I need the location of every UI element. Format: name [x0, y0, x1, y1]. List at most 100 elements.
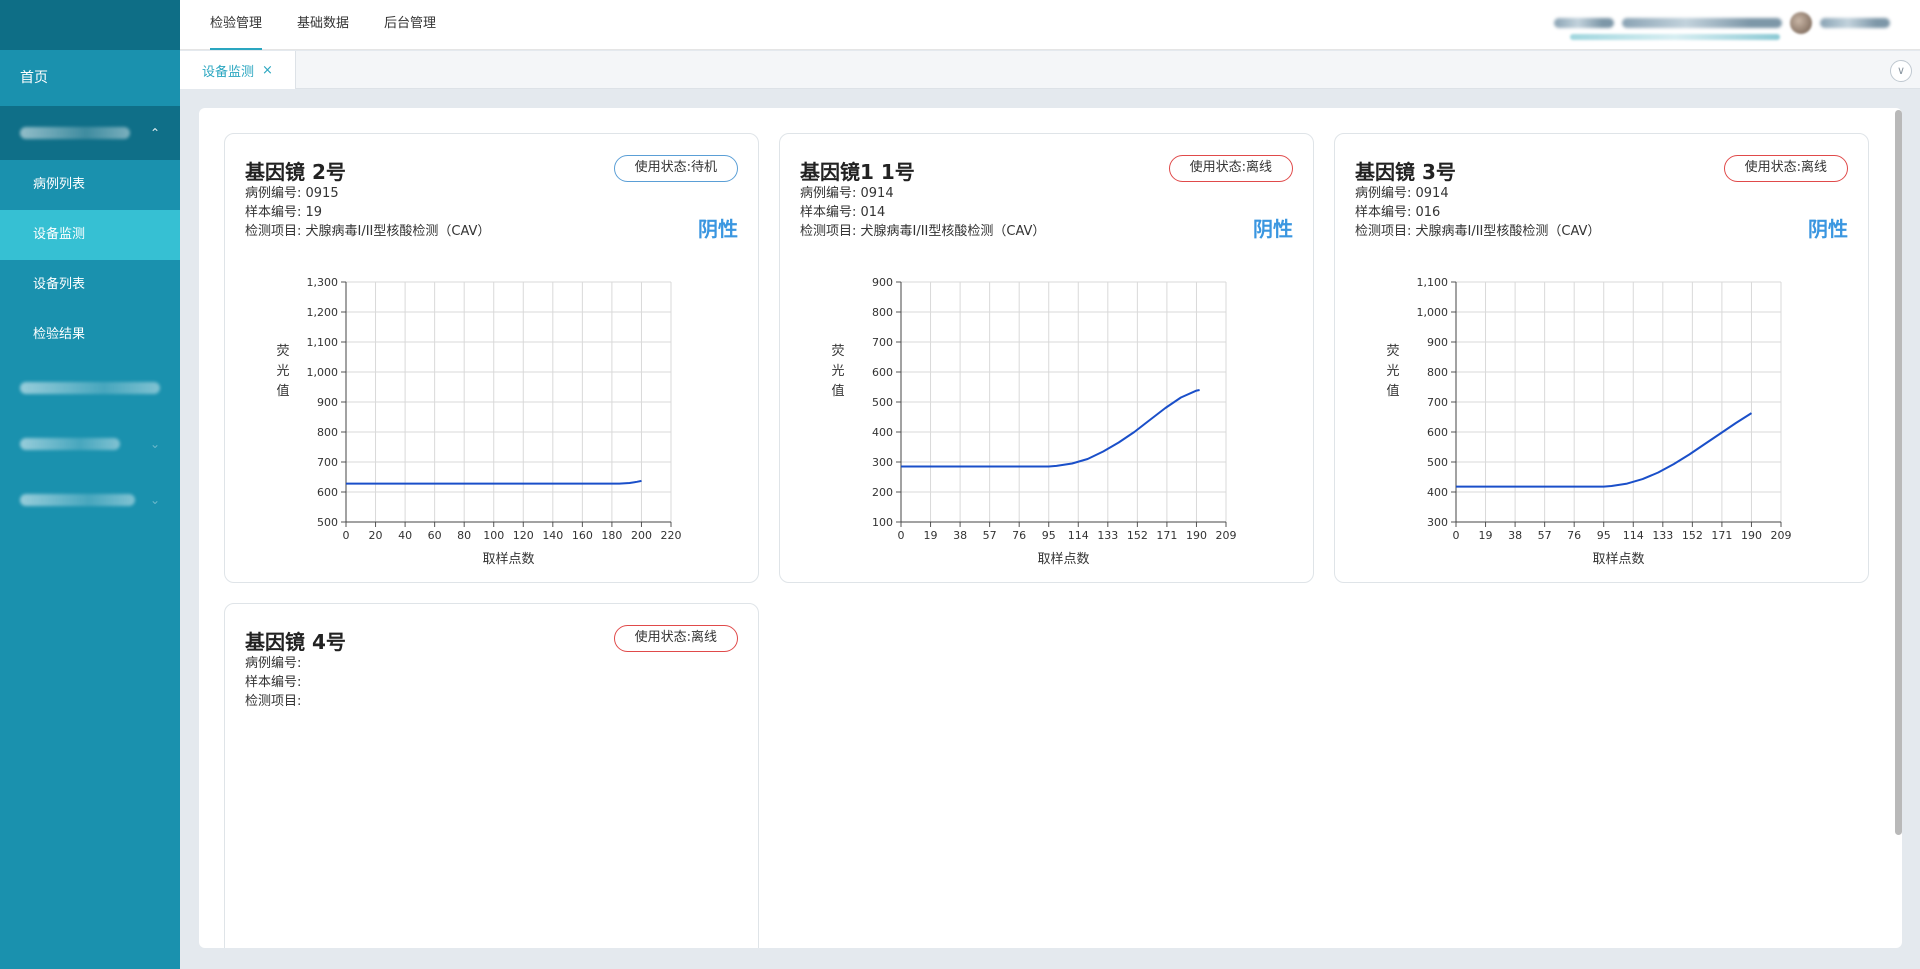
- sidebar-item-device-monitor[interactable]: 设备监测: [0, 210, 180, 260]
- status-badge[interactable]: 使用状态:离线: [1168, 155, 1293, 182]
- y-tick-label: 1,100: [1417, 276, 1449, 289]
- x-tick-label: 57: [1538, 529, 1552, 542]
- x-tick-label: 120: [513, 529, 534, 542]
- x-tick-label: 133: [1097, 529, 1118, 542]
- tab-device-monitor[interactable]: 设备监测 ×: [180, 51, 296, 89]
- device-title: 基因镜 3号: [1355, 160, 1456, 184]
- y-tick-label: 1,100: [307, 336, 339, 349]
- y-tick-label: 500: [1427, 456, 1448, 469]
- case-number: 病例编号: 0914: [1355, 186, 1449, 201]
- sidebar-group-header[interactable]: ⌃: [0, 106, 180, 160]
- x-tick-label: 100: [483, 529, 504, 542]
- x-tick-label: 171: [1156, 529, 1177, 542]
- sample-number: 样本编号:: [245, 675, 302, 690]
- y-tick-label: 700: [1427, 396, 1448, 409]
- x-tick-label: 220: [661, 529, 682, 542]
- chevron-down-circle-icon[interactable]: ∨: [1890, 60, 1912, 82]
- sidebar-item-device-list[interactable]: 设备列表: [0, 260, 180, 310]
- x-tick-label: 152: [1127, 529, 1148, 542]
- x-tick-label: 60: [428, 529, 442, 542]
- series-line: [901, 389, 1200, 468]
- x-tick-label: 38: [1508, 529, 1522, 542]
- x-tick-label: 76: [1567, 529, 1581, 542]
- user-sub-info: [1570, 34, 1780, 40]
- x-tick-label: 20: [369, 529, 383, 542]
- x-axis-label: 取样点数: [482, 552, 534, 567]
- result-label: 阴性: [1253, 217, 1293, 241]
- chevron-up-icon: ⌃: [149, 126, 160, 140]
- y-tick-label: 900: [1427, 336, 1448, 349]
- x-axis-label: 取样点数: [1037, 552, 1089, 567]
- chevron-down-icon: ⌄: [149, 493, 160, 507]
- chevron-down-icon: ⌄: [149, 437, 160, 451]
- sidebar: 首页 ⌃ 病例列表 设备监测 设备列表 检验结果 ⌄ ⌄: [0, 0, 180, 969]
- scrollbar[interactable]: [1895, 110, 1902, 835]
- sidebar-item-home[interactable]: 首页: [0, 50, 180, 106]
- fluorescence-chart: 0 19 38 57 76 95 114 133 152 171 190 209 100 200 300 40…: [872, 276, 1237, 567]
- top-bar: 检验管理 基础数据 后台管理: [180, 0, 1920, 50]
- top-nav: 检验管理 基础数据 后台管理: [210, 0, 471, 50]
- y-tick-label: 500: [317, 516, 338, 529]
- case-number: 病例编号: 0914: [800, 186, 894, 201]
- y-tick-label: 1,200: [307, 306, 339, 319]
- x-tick-label: 19: [924, 529, 938, 542]
- y-tick-label: 700: [317, 456, 338, 469]
- x-tick-label: 140: [542, 529, 563, 542]
- y-tick-label: 900: [317, 396, 338, 409]
- y-tick-label: 800: [872, 306, 893, 319]
- y-tick-label: 1,000: [1417, 306, 1449, 319]
- nav-inspection-management[interactable]: 检验管理: [210, 0, 263, 50]
- status-badge[interactable]: 使用状态:离线: [613, 625, 738, 652]
- y-tick-label: 600: [1427, 426, 1448, 439]
- x-tick-label: 171: [1711, 529, 1732, 542]
- sample-number: 样本编号: 016: [1355, 205, 1441, 220]
- x-tick-label: 160: [572, 529, 593, 542]
- x-tick-label: 38: [953, 529, 967, 542]
- x-axis-label: 取样点数: [1592, 552, 1644, 567]
- x-tick-label: 95: [1597, 529, 1611, 542]
- x-tick-label: 0: [898, 529, 905, 542]
- y-tick-label: 800: [317, 426, 338, 439]
- sidebar-item-blurred-2[interactable]: ⌄: [0, 416, 180, 472]
- test-item: 检测项目: 犬腺病毒I/II型核酸检测（CAV）: [1355, 224, 1601, 239]
- sidebar-item-blurred-3[interactable]: ⌄: [0, 472, 180, 528]
- x-tick-label: 209: [1216, 529, 1237, 542]
- x-tick-label: 76: [1012, 529, 1026, 542]
- y-tick-label: 1,000: [307, 366, 339, 379]
- y-tick-label: 500: [872, 396, 893, 409]
- sidebar-item-case-list[interactable]: 病例列表: [0, 160, 180, 210]
- y-tick-label: 200: [872, 486, 893, 499]
- nav-basic-data[interactable]: 基础数据: [297, 0, 349, 50]
- x-tick-label: 19: [1479, 529, 1493, 542]
- sample-number: 样本编号: 19: [245, 205, 323, 220]
- avatar[interactable]: [1790, 12, 1812, 34]
- x-tick-label: 57: [983, 529, 997, 542]
- x-tick-label: 180: [601, 529, 622, 542]
- x-tick-label: 133: [1652, 529, 1673, 542]
- device-title: 基因镜1 1号: [800, 160, 915, 184]
- x-tick-label: 209: [1771, 529, 1792, 542]
- blurred-group-label: [20, 127, 130, 139]
- x-tick-label: 114: [1068, 529, 1089, 542]
- sidebar-item-blurred-1[interactable]: [0, 360, 180, 416]
- device-title: 基因镜 2号: [245, 160, 346, 184]
- result-label: 阴性: [698, 217, 738, 241]
- case-number: 病例编号:: [245, 656, 302, 671]
- sample-number: 样本编号: 014: [800, 205, 886, 220]
- test-item: 检测项目: 犬腺病毒I/II型核酸检测（CAV）: [245, 224, 491, 239]
- status-badge[interactable]: 使用状态:待机: [613, 155, 738, 182]
- user-area[interactable]: [1554, 12, 1890, 34]
- x-tick-label: 80: [457, 529, 471, 542]
- nav-admin[interactable]: 后台管理: [384, 0, 436, 50]
- device-card: 基因镜1 1号 使用状态:离线 病例编号: 0914 样本编号: 014 检测项目: 犬…: [779, 133, 1314, 583]
- sidebar-item-test-results[interactable]: 检验结果: [0, 310, 180, 360]
- x-tick-label: 0: [343, 529, 350, 542]
- fluorescence-chart: 0 19 38 57 76 95 114 133 152 171 190 209 300 400 500 60…: [1417, 276, 1792, 567]
- result-label: 阴性: [1808, 217, 1848, 241]
- status-badge[interactable]: 使用状态:离线: [1723, 155, 1848, 182]
- x-tick-label: 0: [1453, 529, 1460, 542]
- x-tick-label: 190: [1741, 529, 1762, 542]
- x-tick-label: 190: [1186, 529, 1207, 542]
- close-icon[interactable]: ×: [262, 63, 273, 78]
- tabs-bar: 设备监测 × ∨: [180, 51, 1920, 89]
